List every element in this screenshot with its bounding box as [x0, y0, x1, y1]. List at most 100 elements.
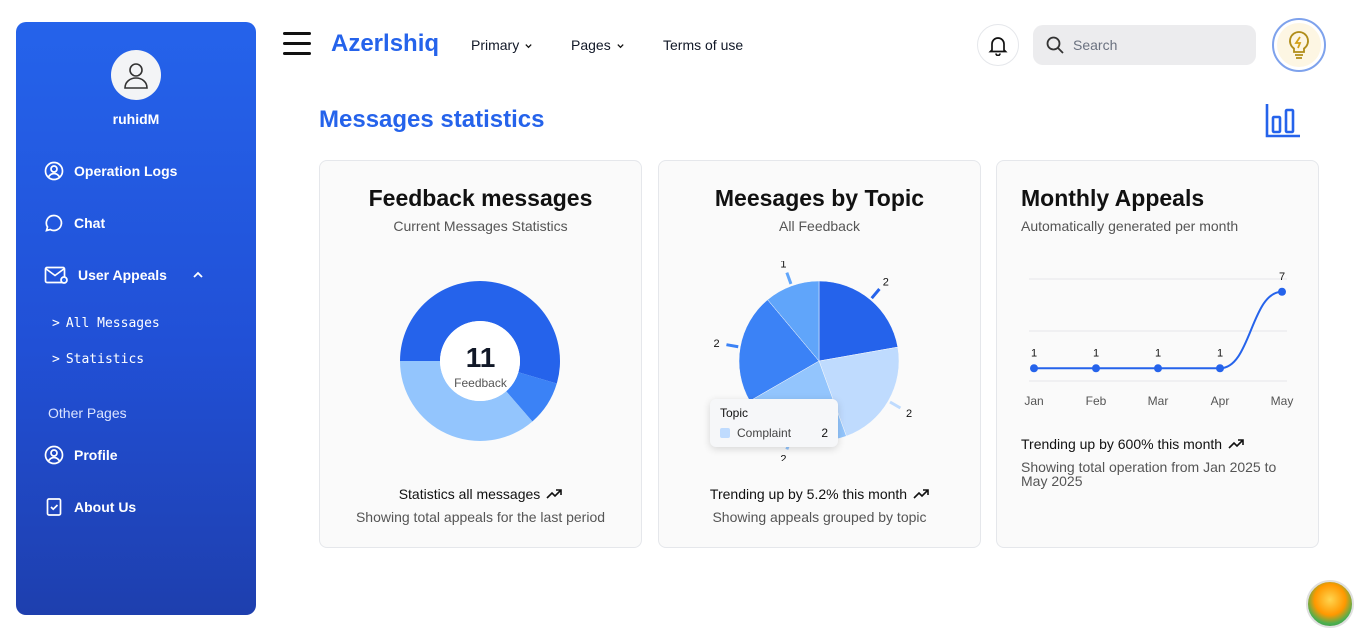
pie-label-line: [870, 288, 881, 300]
notifications-button[interactable]: [977, 24, 1019, 66]
x-tick-label: Jan: [1024, 394, 1043, 408]
chevron-right-icon: >: [52, 316, 60, 331]
card-footer-description: Showing appeals grouped by topic: [712, 509, 927, 525]
card-title: Feedback messages: [368, 185, 593, 211]
line-data-label: 7: [1279, 271, 1285, 283]
line-point[interactable]: [1030, 364, 1038, 373]
user-icon: [124, 63, 148, 89]
card-footer-text: Statistics all messages: [398, 486, 541, 502]
nav-primary-dropdown[interactable]: Primary: [471, 37, 533, 53]
chart-view-button[interactable]: [1264, 101, 1302, 139]
line-point[interactable]: [1154, 364, 1162, 373]
card-footer-headline: Trending up by 5.2% this month: [659, 486, 980, 502]
monthly-appeals-card: Monthly Appeals Automatically generated …: [996, 160, 1319, 548]
sidebar-item-operation-logs[interactable]: Operation Logs: [44, 161, 177, 181]
lightbulb-icon: [1289, 31, 1309, 59]
brand-logo[interactable]: Azerlshiq: [331, 30, 439, 58]
chevron-up-icon[interactable]: [191, 268, 205, 282]
x-tick-label: Apr: [1211, 394, 1230, 408]
sidebar-item-label: Operation Logs: [74, 163, 178, 179]
user-circle-icon: [44, 445, 64, 465]
sidebar-subitem-label: Statistics: [65, 352, 145, 367]
x-tick-label: Mar: [1148, 394, 1169, 408]
line-data-label: 1: [1093, 347, 1099, 359]
page-title: Messages statistics: [319, 106, 545, 133]
nav-terms-link[interactable]: Terms of use: [663, 37, 743, 53]
beach-widget-button[interactable]: [1306, 580, 1354, 628]
tooltip-row: Complaint 2: [720, 426, 828, 440]
menu-toggle-button[interactable]: [283, 32, 311, 56]
search-icon: [1046, 36, 1064, 54]
search-box: [1033, 25, 1256, 65]
card-title: Monthly Appeals: [1021, 185, 1205, 211]
card-title: Meesages by Topic: [714, 185, 925, 211]
pie-label-line: [785, 272, 793, 285]
card-footer-text: Trending up by 600% this month: [1021, 436, 1223, 452]
tooltip-label: Complaint: [737, 426, 792, 440]
sidebar-item-label: Chat: [74, 215, 106, 231]
x-tick-label: May: [1271, 394, 1294, 408]
lightbulb-logo: [1277, 23, 1321, 67]
card-subtitle: All Feedback: [779, 218, 860, 234]
pie-data-label: 2: [780, 454, 786, 461]
line-chart: 1 Jan 1 Feb 1 Mar 1 Apr 7 May: [1024, 271, 1294, 408]
user-circle-icon: [44, 161, 64, 181]
sidebar-item-profile[interactable]: Profile: [44, 445, 118, 465]
pie-data-label: 2: [714, 338, 720, 350]
line-data-label: 1: [1031, 347, 1037, 359]
nav-pages-dropdown[interactable]: Pages: [571, 37, 625, 53]
profile-menu-button[interactable]: [1272, 18, 1326, 72]
bar-chart-icon: [1265, 104, 1300, 138]
username: ruhidM: [112, 111, 160, 127]
line-data-label: 1: [1217, 347, 1223, 359]
pie-data-label: 1: [780, 261, 786, 270]
donut-center-label: Feedback: [454, 376, 507, 390]
card-footer-headline: Statistics all messages: [320, 486, 641, 502]
nav-link-label: Terms of use: [663, 37, 744, 53]
sidebar-subitem-label: All Messages: [65, 316, 160, 331]
hamburger-line: [283, 42, 311, 45]
card-subtitle: Current Messages Statistics: [393, 218, 568, 234]
line-point[interactable]: [1092, 364, 1100, 373]
checklist-icon: [46, 498, 62, 516]
chart-tooltip: Topic Complaint 2: [710, 399, 838, 447]
tooltip-swatch: [720, 428, 730, 438]
trending-up-icon: [546, 489, 563, 499]
sidebar-item-label: User Appeals: [78, 267, 167, 283]
sidebar-subitem-statistics[interactable]: > Statistics: [52, 352, 144, 367]
sidebar-item-user-appeals[interactable]: User Appeals: [44, 265, 205, 285]
card-subtitle: Automatically generated per month: [1021, 218, 1239, 234]
sidebar-item-chat[interactable]: Chat: [44, 213, 105, 233]
bell-icon: [988, 37, 1008, 56]
tooltip-value: 2: [821, 426, 828, 440]
tooltip-title: Topic: [720, 406, 749, 420]
pie-label-line: [726, 343, 739, 349]
line-point[interactable]: [1216, 364, 1224, 373]
mail-icon: [44, 266, 68, 284]
hamburger-line: [283, 32, 311, 35]
search-input[interactable]: [1073, 37, 1243, 53]
nav-link-label: Primary: [471, 37, 520, 53]
chevron-down-icon: [525, 43, 532, 48]
card-footer-description: Showing total operation from Jan 2025 to…: [1021, 459, 1277, 489]
line-point[interactable]: [1278, 287, 1286, 296]
chevron-right-icon: >: [52, 352, 60, 367]
nav-link-label: Pages: [571, 37, 611, 53]
x-tick-label: Feb: [1086, 394, 1107, 408]
chevron-down-icon: [617, 43, 624, 48]
card-footer-headline: Trending up by 600% this month: [1021, 436, 1244, 452]
feedback-messages-card: Feedback messages Current Messages Stati…: [319, 160, 642, 548]
hamburger-line: [283, 52, 311, 55]
chat-bubble-icon: [45, 214, 63, 232]
user-avatar[interactable]: [111, 50, 161, 100]
trending-up-icon: [913, 489, 929, 499]
sidebar-item-about-us[interactable]: About Us: [44, 497, 136, 517]
sidebar-subitem-all-messages[interactable]: > All Messages: [52, 316, 160, 331]
section-label-other-pages: Other Pages: [48, 405, 127, 421]
line-data-label: 1: [1155, 347, 1161, 359]
card-footer-text: Trending up by 5.2% this month: [709, 486, 908, 502]
sidebar: ruhidM Operation Logs Chat User Appeals …: [16, 22, 256, 615]
trending-up-icon: [1228, 439, 1244, 449]
pie-label-line: [889, 400, 902, 410]
sidebar-item-label: Profile: [74, 447, 118, 463]
